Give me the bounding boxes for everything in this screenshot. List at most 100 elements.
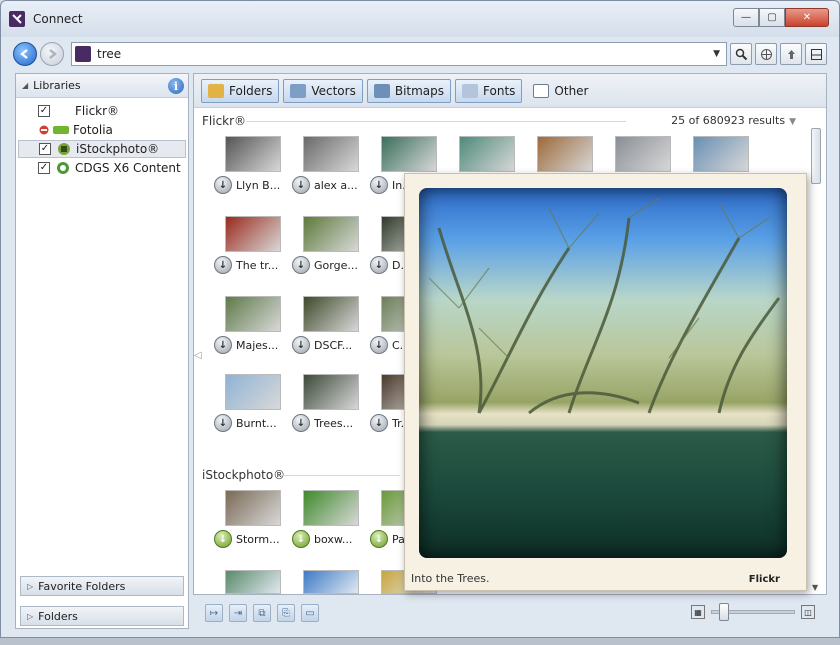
download-icon[interactable]: ↓ — [214, 530, 232, 548]
download-icon[interactable]: ↓ — [214, 414, 232, 432]
tab-fonts[interactable]: Fonts — [455, 78, 523, 103]
folder-icon — [208, 83, 224, 98]
library-checkbox[interactable]: ✓ — [38, 162, 50, 174]
maximize-button[interactable]: ▢ — [759, 8, 785, 27]
window-title: Connect — [33, 12, 83, 26]
results-count[interactable]: 25 of 680923 results ▼ — [671, 114, 796, 127]
disabled-icon — [38, 123, 50, 137]
thumbnail-label: Gorge... — [314, 258, 358, 272]
search-button[interactable] — [730, 43, 752, 65]
flickr-section-title: Flickr® — [202, 114, 247, 128]
back-button[interactable] — [13, 42, 37, 66]
tab-vectors[interactable]: Vectors — [283, 78, 363, 103]
thumbnail-label-row: ↓ DSCF... — [290, 336, 372, 354]
library-checkbox[interactable]: ✓ — [39, 143, 51, 155]
results-text: 25 of 680923 results — [671, 114, 786, 127]
thumbnail-image — [225, 136, 281, 172]
result-thumbnail[interactable]: ↓ boxw... — [290, 490, 372, 548]
forward-icon — [49, 49, 57, 59]
result-thumbnail[interactable] — [225, 570, 281, 594]
result-thumbnail[interactable]: ↓ Llyn B... — [212, 136, 294, 194]
copy-icon[interactable]: ⧉ — [253, 604, 271, 622]
search-input[interactable]: tree ▼ — [71, 42, 727, 66]
upload-button[interactable] — [780, 43, 802, 65]
forward-button[interactable] — [40, 42, 64, 66]
download-icon[interactable]: ↓ — [292, 176, 310, 194]
tab-other[interactable]: Other — [526, 79, 595, 103]
result-thumbnail[interactable]: ↓ alex a... — [290, 136, 372, 194]
thumbnail-image — [225, 216, 281, 252]
minimize-button[interactable]: — — [733, 8, 759, 27]
zoom-slider-knob[interactable] — [719, 603, 730, 621]
image-preview-popup[interactable]: Into the Trees. Flickr — [404, 173, 807, 591]
download-icon[interactable]: ↓ — [370, 256, 388, 274]
library-item-istockphoto[interactable]: ✓ iStockphoto® — [18, 140, 186, 158]
result-thumbnail[interactable] — [303, 570, 359, 594]
download-icon[interactable]: ↓ — [214, 336, 232, 354]
vertical-scrollbar[interactable]: ▼ — [810, 122, 822, 592]
info-icon[interactable]: i — [168, 78, 184, 94]
flickr-icon — [55, 104, 71, 118]
tree-photo-illustration — [428, 197, 781, 415]
library-checkbox[interactable]: ✓ — [38, 105, 50, 117]
window-controls: — ▢ ✕ — [733, 8, 829, 27]
panel-toggle-button[interactable] — [805, 43, 827, 65]
import-icon[interactable]: ↦ — [205, 604, 223, 622]
large-thumbnails-icon[interactable]: ◫ — [801, 605, 815, 619]
result-thumbnail[interactable]: ↓ Majes... — [212, 296, 294, 354]
export-icon[interactable]: ⇥ — [229, 604, 247, 622]
library-item-cdgs[interactable]: ✓ CDGS X6 Content — [16, 159, 188, 177]
scroll-down-icon[interactable]: ▼ — [812, 583, 818, 592]
download-icon[interactable]: ↓ — [370, 530, 388, 548]
result-thumbnail[interactable]: ↓ DSCF... — [290, 296, 372, 354]
result-thumbnail[interactable]: ↓ Storm... — [212, 490, 294, 548]
web-button[interactable] — [755, 43, 777, 65]
result-thumbnail[interactable]: ↓ The tr... — [212, 216, 294, 274]
download-icon[interactable]: ↓ — [370, 176, 388, 194]
library-item-fotolia[interactable]: Fotolia — [16, 121, 188, 139]
download-icon[interactable]: ↓ — [292, 530, 310, 548]
thumbnail-label-row: ↓ Majes... — [212, 336, 294, 354]
thumbnail-label: Majes... — [236, 338, 279, 352]
close-button[interactable]: ✕ — [785, 8, 829, 27]
istock-section-title: iStockphoto® — [202, 468, 286, 482]
small-thumbnails-icon[interactable]: ▦ — [691, 605, 705, 619]
library-label: Fotolia — [73, 123, 113, 137]
download-icon[interactable]: ↓ — [370, 336, 388, 354]
thumbnail-label: Storm... — [236, 532, 280, 546]
favorite-folders-panel[interactable]: ▷ Favorite Folders — [20, 576, 184, 596]
search-dropdown-icon[interactable]: ▼ — [713, 49, 720, 59]
thumbnail-label-row: ↓ Llyn B... — [212, 176, 294, 194]
libraries-header[interactable]: ◢ Libraries — [16, 74, 188, 98]
thumbnail-label-row: ↓ Storm... — [212, 530, 294, 548]
tab-bitmaps[interactable]: Bitmaps — [366, 78, 452, 103]
download-icon[interactable]: ↓ — [214, 256, 232, 274]
download-icon[interactable]: ↓ — [292, 256, 310, 274]
library-item-flickr[interactable]: ✓ Flickr® — [16, 102, 188, 120]
library-list: ✓ Flickr® Fotolia ✓ iStockphoto® ✓ CDGS … — [16, 98, 188, 177]
result-thumbnail[interactable]: ↓ Burnt... — [212, 374, 294, 432]
tray-icon[interactable]: ▭ — [301, 604, 319, 622]
library-label: Flickr® — [75, 104, 120, 118]
bottom-toolbar: ↦ ⇥ ⧉ ⎘ ▭ ▦ ◫ — [193, 599, 827, 627]
thumbnail-image — [225, 374, 281, 410]
download-icon[interactable]: ↓ — [292, 336, 310, 354]
result-thumbnail[interactable]: ↓ Gorge... — [290, 216, 372, 274]
thumbnail-image — [225, 490, 281, 526]
collapse-left-icon[interactable]: ◁ — [194, 350, 202, 361]
tab-folders[interactable]: Folders — [201, 78, 280, 103]
zoom-slider[interactable] — [711, 603, 795, 621]
download-icon[interactable]: ↓ — [214, 176, 232, 194]
folders-panel[interactable]: ▷ Folders — [20, 606, 184, 626]
tab-label: Vectors — [311, 83, 356, 98]
paste-icon[interactable]: ⎘ — [277, 604, 295, 622]
scrollbar-thumb[interactable] — [811, 128, 821, 184]
tab-label: Folders — [229, 83, 273, 98]
preview-image — [419, 188, 787, 558]
download-icon[interactable]: ↓ — [370, 414, 388, 432]
result-thumbnail[interactable]: ↓ Trees... — [290, 374, 372, 432]
thumbnail-label: DSCF... — [314, 338, 353, 352]
collapse-triangle-icon: ◢ — [22, 81, 29, 90]
section-divider — [246, 121, 626, 122]
download-icon[interactable]: ↓ — [292, 414, 310, 432]
